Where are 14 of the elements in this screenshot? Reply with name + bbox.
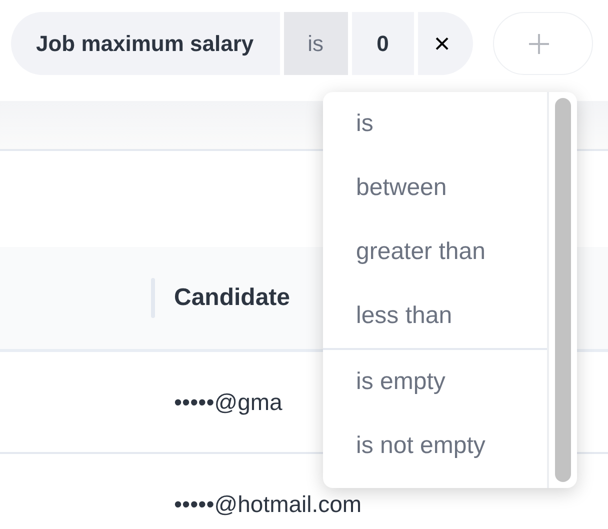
menu-item[interactable]: is empty <box>323 350 547 414</box>
operator-selector[interactable]: is <box>284 12 348 75</box>
plus-icon <box>528 32 550 54</box>
menu-item[interactable]: between <box>323 156 547 220</box>
email-cell: •••••@gma <box>174 388 282 416</box>
menu-item[interactable]: is not empty <box>323 414 547 478</box>
filter-value[interactable]: 0 <box>352 12 414 75</box>
menu-item[interactable]: is <box>323 92 547 156</box>
remove-filter-button[interactable]: × <box>418 12 474 75</box>
menu-item[interactable]: less than <box>323 284 547 348</box>
filter-field[interactable]: Job maximum salary <box>11 12 280 75</box>
column-header[interactable]: Candidate <box>174 284 290 312</box>
email-cell: •••••@hotmail.com <box>174 490 362 518</box>
menu-item[interactable]: greater than <box>323 220 547 284</box>
